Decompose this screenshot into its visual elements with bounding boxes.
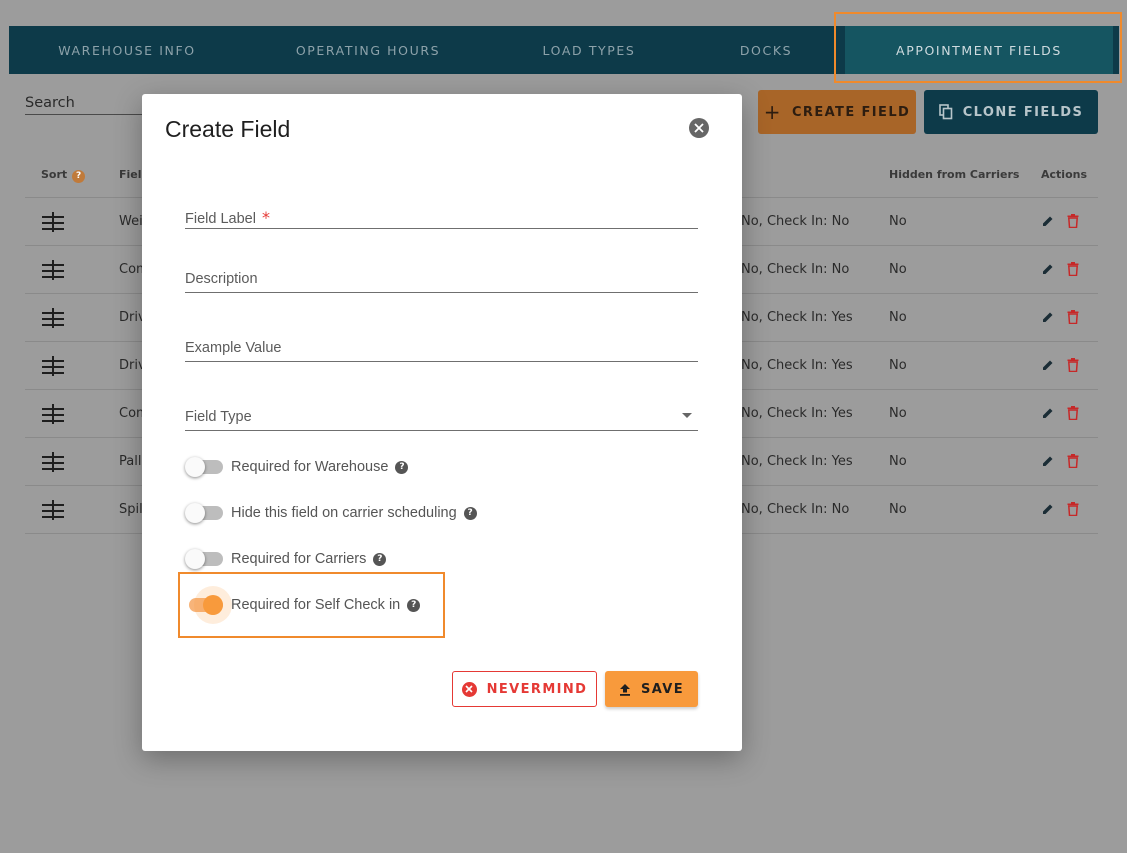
hidden-cell: No — [889, 310, 907, 325]
col-header-actions: Actions — [1041, 168, 1087, 181]
pencil-icon[interactable] — [1041, 502, 1055, 516]
clone-fields-label: CLONE FIELDS — [962, 104, 1084, 120]
required-warehouse-switch[interactable] — [185, 457, 223, 477]
tab-load-types[interactable]: LOAD TYPES — [491, 26, 687, 74]
search-underline — [25, 114, 150, 115]
required-cell: No, Check In: Yes — [741, 454, 853, 469]
required-cell: No, Check In: No — [741, 502, 850, 517]
toggle-required-carriers[interactable]: Required for Carriers ? — [185, 547, 387, 571]
create-field-label: CREATE FIELD — [791, 104, 911, 120]
field-label-underline — [185, 228, 698, 229]
pencil-icon[interactable] — [1041, 262, 1055, 276]
close-icon — [694, 123, 704, 133]
col-header-hidden: Hidden from Carriers — [889, 168, 1020, 181]
toggle-required-warehouse[interactable]: Required for Warehouse ? — [185, 455, 409, 479]
description-input[interactable]: Description — [185, 268, 698, 294]
trash-icon[interactable] — [1067, 214, 1079, 228]
pencil-icon[interactable] — [1041, 358, 1055, 372]
field-type-select[interactable]: Field Type — [185, 406, 698, 432]
field-label-placeholder: Field Label — [185, 211, 256, 227]
drag-handle-icon[interactable] — [42, 356, 64, 376]
copy-icon — [938, 104, 953, 120]
sort-header-label: Sort — [41, 168, 68, 181]
trash-icon[interactable] — [1067, 454, 1079, 468]
hidden-cell: No — [889, 214, 907, 229]
field-name-cell: Spil — [119, 502, 143, 517]
dialog-title: Create Field — [165, 116, 291, 142]
field-type-placeholder: Field Type — [185, 409, 252, 425]
nevermind-button[interactable]: NEVERMIND — [452, 671, 597, 707]
trash-icon[interactable] — [1067, 406, 1079, 420]
required-carriers-switch[interactable] — [185, 549, 223, 569]
help-icon[interactable]: ? — [463, 506, 477, 520]
pencil-icon[interactable] — [1041, 310, 1055, 324]
example-value-input[interactable]: Example Value — [185, 337, 698, 363]
field-name-cell: Pall — [119, 454, 142, 469]
nevermind-label: NEVERMIND — [486, 681, 588, 697]
chevron-down-icon — [682, 413, 692, 418]
required-cell: No, Check In: Yes — [741, 406, 853, 421]
tab-operating-hours[interactable]: OPERATING HOURS — [245, 26, 491, 74]
drag-handle-icon[interactable] — [42, 500, 64, 520]
hidden-cell: No — [889, 454, 907, 469]
trash-icon[interactable] — [1067, 310, 1079, 324]
search-input[interactable]: Search — [25, 95, 75, 111]
tab-docks[interactable]: DOCKS — [687, 26, 845, 74]
example-value-placeholder: Example Value — [185, 340, 282, 356]
field-label-input[interactable]: Field Label * — [185, 208, 698, 229]
drag-handle-icon[interactable] — [42, 404, 64, 424]
trash-icon[interactable] — [1067, 358, 1079, 372]
required-cell: No, Check In: No — [741, 214, 850, 229]
drag-handle-icon[interactable] — [42, 260, 64, 280]
field-name-cell: Wei — [119, 214, 143, 229]
required-carriers-label: Required for Carriers — [231, 551, 367, 567]
hidden-cell: No — [889, 406, 907, 421]
hidden-cell: No — [889, 358, 907, 373]
drag-handle-icon[interactable] — [42, 452, 64, 472]
hide-carrier-label: Hide this field on carrier scheduling — [231, 505, 457, 521]
pencil-icon[interactable] — [1041, 454, 1055, 468]
create-field-button[interactable]: + CREATE FIELD — [758, 90, 916, 134]
required-asterisk: * — [261, 208, 270, 227]
tab-highlight-box — [834, 12, 1122, 83]
toggle-hide-carrier-scheduling[interactable]: Hide this field on carrier scheduling ? — [185, 501, 477, 525]
plus-icon: + — [763, 100, 782, 124]
required-cell: No, Check In: No — [741, 262, 850, 277]
example-value-underline — [185, 361, 698, 362]
required-warehouse-label: Required for Warehouse — [231, 459, 389, 475]
help-icon[interactable]: ? — [373, 552, 387, 566]
required-cell: No, Check In: Yes — [741, 310, 853, 325]
hidden-cell: No — [889, 262, 907, 277]
save-label: SAVE — [640, 681, 685, 697]
close-dialog-button[interactable] — [689, 118, 709, 138]
description-placeholder: Description — [185, 271, 258, 287]
drag-handle-icon[interactable] — [42, 212, 64, 232]
save-button[interactable]: SAVE — [605, 671, 698, 707]
cancel-circle-icon — [461, 681, 477, 697]
trash-icon[interactable] — [1067, 502, 1079, 516]
field-type-underline — [185, 430, 698, 431]
help-icon[interactable]: ? — [72, 170, 86, 183]
hide-carrier-switch[interactable] — [185, 503, 223, 523]
hidden-cell: No — [889, 502, 907, 517]
upload-icon — [619, 683, 630, 696]
col-header-sort: Sort? — [41, 168, 86, 183]
tab-warehouse-info[interactable]: WAREHOUSE INFO — [9, 26, 245, 74]
help-icon[interactable]: ? — [395, 460, 409, 474]
pencil-icon[interactable] — [1041, 406, 1055, 420]
pencil-icon[interactable] — [1041, 214, 1055, 228]
self-check-in-highlight-box — [178, 572, 445, 638]
description-underline — [185, 292, 698, 293]
trash-icon[interactable] — [1067, 262, 1079, 276]
create-field-dialog: Create Field Field Label * Description Ex… — [142, 94, 742, 751]
drag-handle-icon[interactable] — [42, 308, 64, 328]
required-cell: No, Check In: Yes — [741, 358, 853, 373]
clone-fields-button[interactable]: CLONE FIELDS — [924, 90, 1098, 134]
